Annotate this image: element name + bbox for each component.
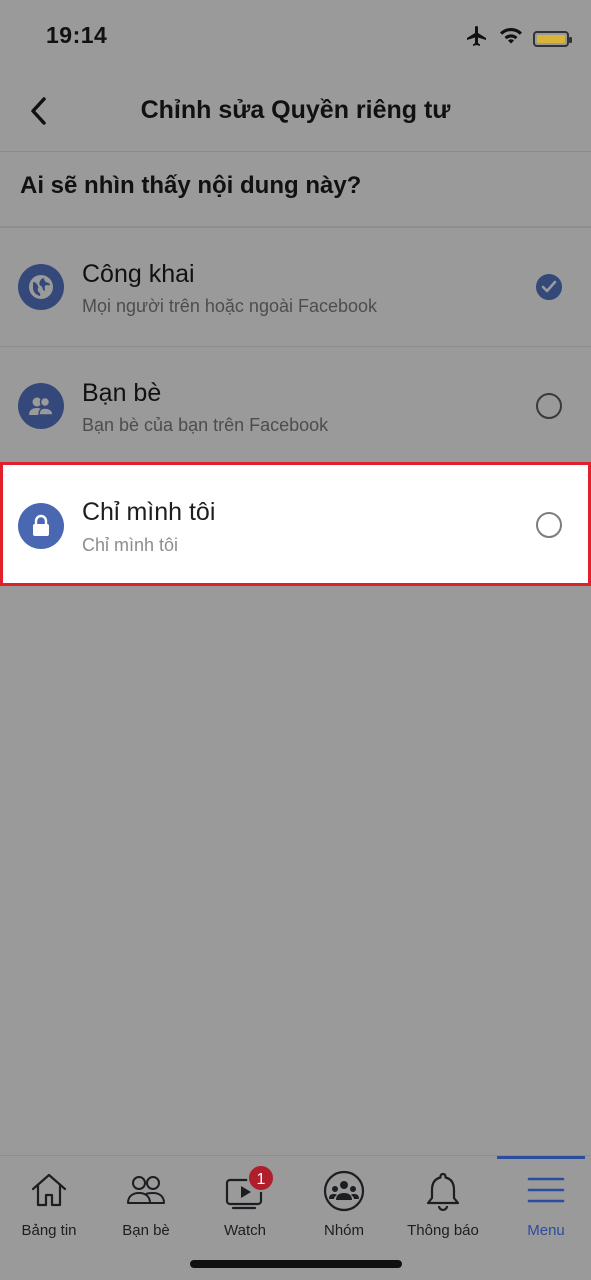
tab-menu[interactable]: Menu <box>497 1156 591 1256</box>
tab-groups[interactable]: Nhóm <box>295 1156 393 1256</box>
tab-watch[interactable]: 1 Watch <box>196 1156 294 1256</box>
option-title: Công khai <box>82 260 195 288</box>
tab-friends[interactable]: Bạn bè <box>97 1156 195 1256</box>
tab-label: Nhóm <box>323 1222 364 1239</box>
wifi-icon <box>499 26 523 51</box>
tab-label: Menu <box>527 1222 565 1239</box>
menu-icon <box>497 1170 591 1214</box>
option-only-me[interactable]: Chỉ mình tôi Chỉ mình tôi <box>0 462 591 586</box>
groups-icon <box>295 1170 393 1214</box>
option-title: Bạn bè <box>82 379 162 407</box>
option-subtitle: Mọi người trên hoặc ngoài Facebook <box>82 296 378 316</box>
home-indicator[interactable] <box>190 1260 402 1268</box>
radio-unchecked[interactable] <box>536 512 562 538</box>
tab-label: Bảng tin <box>21 1222 77 1239</box>
tab-label: Thông báo <box>407 1222 479 1239</box>
radio-unchecked[interactable] <box>536 393 562 419</box>
tab-label: Bạn bè <box>122 1222 170 1239</box>
option-public[interactable]: Công khai Mọi người trên hoặc ngoài Face… <box>0 228 591 346</box>
option-subtitle: Bạn bè của bạn trên Facebook <box>82 415 329 435</box>
checkmark-icon <box>541 280 557 293</box>
battery-icon <box>533 30 572 47</box>
lock-icon <box>18 503 64 549</box>
status-icons <box>465 24 572 53</box>
radio-checked[interactable] <box>536 274 562 300</box>
airplane-icon <box>465 24 489 53</box>
friends-icon <box>97 1170 195 1214</box>
page-title: Chỉnh sửa Quyền riêng tư <box>140 96 451 124</box>
friends-icon <box>18 383 64 429</box>
watch-icon <box>196 1170 294 1214</box>
option-title: Chỉ mình tôi <box>82 498 216 526</box>
notification-badge: 1 <box>247 1164 275 1192</box>
status-time: 19:14 <box>46 22 108 48</box>
tab-news-feed[interactable]: Bảng tin <box>0 1156 98 1256</box>
tab-label: Watch <box>224 1222 266 1239</box>
header: Chỉnh sửa Quyền riêng tư <box>0 72 591 152</box>
option-friends[interactable]: Bạn bè Bạn bè của bạn trên Facebook <box>0 347 591 465</box>
status-bar: 19:14 <box>0 0 591 72</box>
globe-icon <box>18 264 64 310</box>
bell-icon <box>394 1170 492 1214</box>
tab-notifications[interactable]: Thông báo <box>394 1156 492 1256</box>
home-icon <box>0 1170 98 1214</box>
option-subtitle: Chỉ mình tôi <box>82 535 179 555</box>
question-heading: Ai sẽ nhìn thấy nội dung này? <box>20 172 362 199</box>
